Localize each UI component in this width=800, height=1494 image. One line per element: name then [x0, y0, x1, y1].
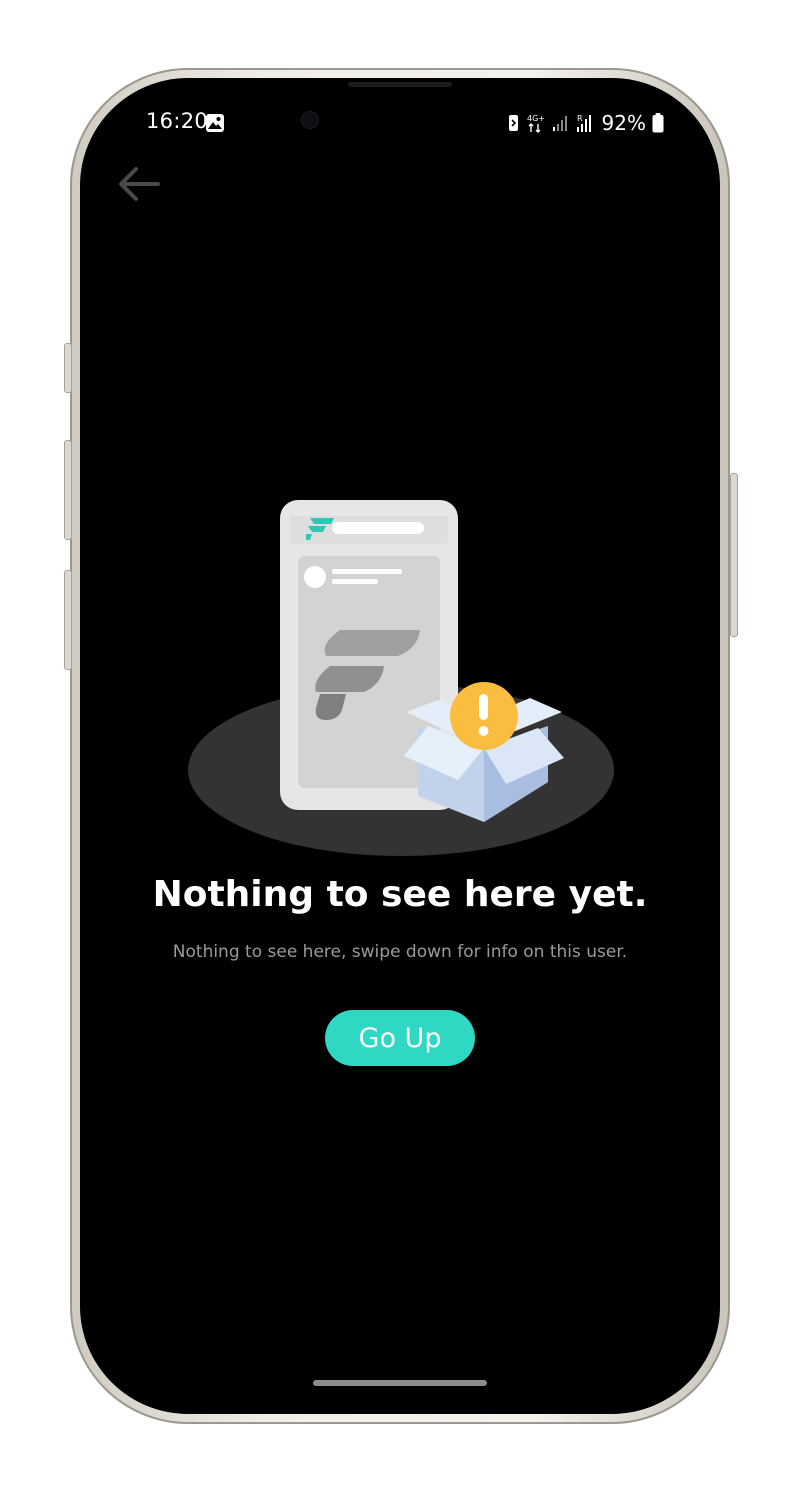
home-indicator[interactable]: [313, 1380, 487, 1386]
warning-icon: [450, 682, 518, 750]
phone-volume-up-button: [64, 440, 72, 540]
status-time: 16:20: [146, 109, 209, 133]
phone-power-button: [730, 473, 738, 637]
status-bar: 16:20 4G+ R 92%: [80, 78, 720, 138]
signal-icon: [552, 116, 567, 131]
battery-icon: [652, 113, 664, 133]
phone-side-button: [64, 343, 72, 393]
screen: 16:20 4G+ R 92% Nothing to see here yet.…: [80, 78, 720, 1414]
empty-state-illustration: [188, 500, 614, 856]
empty-state-title: Nothing to see here yet.: [152, 874, 648, 915]
gallery-icon: [206, 114, 224, 132]
nfc-icon: [508, 115, 518, 131]
arrow-left-icon: [119, 167, 160, 201]
phone-volume-down-button: [64, 570, 72, 670]
battery-percent: 92%: [601, 111, 646, 135]
svg-text:R: R: [577, 114, 583, 123]
empty-state-subtitle: Nothing to see here, swipe down for info…: [172, 942, 628, 962]
signal-roaming-icon: R: [576, 114, 591, 132]
front-camera: [302, 112, 318, 128]
go-up-button[interactable]: Go Up: [325, 1010, 475, 1066]
network-label: 4G+: [527, 114, 545, 123]
back-button[interactable]: [116, 164, 166, 204]
4g-data-icon: 4G+: [527, 114, 545, 133]
status-indicators: 4G+ R 92%: [508, 111, 664, 135]
